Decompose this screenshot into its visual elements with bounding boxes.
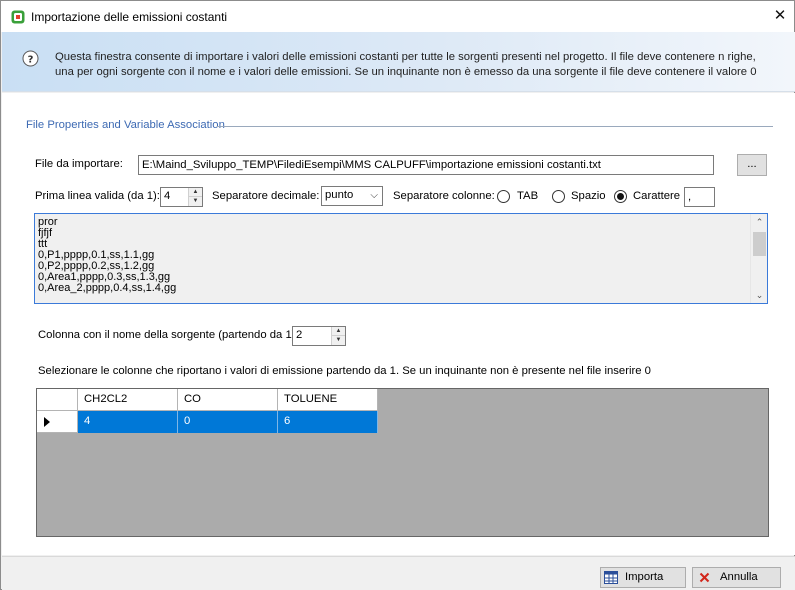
first-line-label: Prima linea valida (da 1): [35, 190, 160, 202]
scroll-thumb[interactable] [753, 232, 766, 256]
import-button[interactable]: Importa [600, 567, 686, 588]
import-label: Importa [625, 571, 664, 583]
close-button[interactable]: ✕ [766, 3, 794, 30]
title-bar: Importazione delle emissioni costanti ✕ [1, 1, 794, 32]
import-dialog: Importazione delle emissioni costanti ✕ … [0, 0, 795, 590]
radio-char[interactable] [614, 190, 627, 203]
chevron-down-icon: ⌵ [370, 190, 378, 201]
svg-text:?: ? [28, 55, 34, 66]
app-icon [11, 10, 25, 24]
scroll-up-icon[interactable]: ⌃ [751, 214, 767, 230]
radio-tab[interactable] [497, 190, 510, 203]
stepper-down-icon[interactable]: ▼ [189, 197, 202, 206]
cancel-icon [699, 572, 710, 583]
stepper-arrows: ▲ ▼ [331, 327, 345, 345]
info-icon: ? [22, 50, 39, 67]
emission-columns-grid[interactable]: CH2CL2 CO TOLUENE 4 0 6 [36, 388, 769, 537]
char-separator-input[interactable]: , [684, 187, 715, 207]
grid-corner [37, 389, 78, 411]
decimal-sep-label: Separatore decimale: [212, 190, 320, 202]
radio-space-label[interactable]: Spazio [571, 190, 606, 202]
stepper-down-icon[interactable]: ▼ [332, 336, 345, 345]
window-title: Importazione delle emissioni costanti [31, 10, 228, 24]
col-sep-label: Separatore colonne: [393, 190, 495, 202]
browse-button[interactable]: ... [737, 154, 767, 176]
cancel-label: Annulla [720, 571, 758, 583]
current-row-icon [44, 417, 50, 427]
grid-header[interactable]: CH2CL2 [78, 389, 178, 411]
stepper-up-icon[interactable]: ▲ [189, 188, 202, 197]
source-col-label: Colonna con il nome della sorgente (part… [38, 329, 299, 341]
stepper-arrows: ▲ ▼ [188, 188, 202, 206]
banner-text: Questa finestra consente di importare i … [55, 51, 757, 78]
preview-scrollbar[interactable]: ⌃ ⌄ [750, 214, 767, 303]
grid-cell[interactable]: 4 [78, 411, 178, 433]
radio-char-label[interactable]: Carattere [633, 190, 680, 202]
decimal-sep-select[interactable]: punto ⌵ [321, 186, 383, 206]
group-title: File Properties and Variable Association [26, 119, 225, 131]
source-col-stepper[interactable]: 2 ▲ ▼ [292, 326, 346, 346]
group-divider [217, 126, 773, 127]
radio-space[interactable] [552, 190, 565, 203]
table-import-icon [604, 571, 618, 584]
file-label: File da importare: [35, 158, 123, 170]
first-line-value: 4 [164, 190, 171, 202]
row-header[interactable] [37, 411, 78, 433]
preview-line: 0,Area_2,pppp,0.4,ss,1.4,gg [38, 282, 177, 294]
grid-header[interactable]: TOLUENE [278, 389, 378, 411]
grid-cell[interactable]: 6 [278, 411, 378, 433]
cancel-button[interactable]: Annulla [692, 567, 781, 588]
radio-tab-label[interactable]: TAB [517, 190, 538, 202]
columns-hint: Selezionare le colonne che riportano i v… [38, 365, 651, 377]
grid-header[interactable]: CO [178, 389, 278, 411]
grid-cell[interactable]: 0 [178, 411, 278, 433]
decimal-sep-value: punto [325, 189, 354, 201]
info-banner: ? Questa finestra consente di importare … [2, 32, 795, 92]
scroll-down-icon[interactable]: ⌄ [751, 287, 767, 303]
file-path-input[interactable]: E:\Maind_Sviluppo_TEMP\FilediEsempi\MMS … [138, 155, 714, 175]
first-line-stepper[interactable]: 4 ▲ ▼ [160, 187, 203, 207]
stepper-up-icon[interactable]: ▲ [332, 327, 345, 336]
file-preview[interactable]: pror fjfjf ttt 0,P1,pppp,0.1,ss,1.1,gg 0,P2,… [34, 213, 768, 304]
source-col-value: 2 [296, 329, 303, 341]
